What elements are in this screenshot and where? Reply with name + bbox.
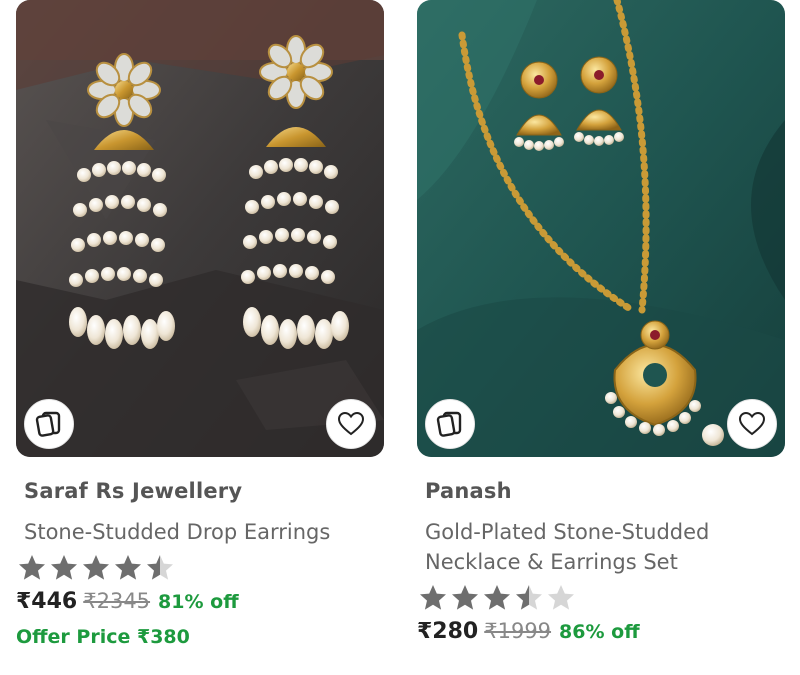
selling-price: ₹280 [417, 619, 479, 644]
heart-icon [337, 411, 365, 436]
product-image[interactable] [417, 0, 785, 457]
brand-name: Panash [425, 479, 512, 503]
necklace-set-photo [417, 0, 785, 457]
product-title: Gold-Plated Stone-Studded Necklace & Ear… [425, 517, 777, 577]
product-card[interactable]: Saraf Rs Jewellery Stone-Studded Drop Ea… [16, 0, 384, 675]
star-icon [83, 555, 109, 580]
price-row: ₹280 ₹1999 86% off [417, 619, 777, 644]
similar-products-icon [35, 411, 61, 437]
offer-price: Offer Price ₹380 [16, 626, 190, 648]
star-icon [548, 585, 574, 610]
product-title: Stone-Studded Drop Earrings [24, 520, 331, 544]
star-icon [19, 555, 45, 580]
similar-products-button[interactable] [425, 399, 475, 449]
product-image[interactable] [16, 0, 384, 457]
selling-price: ₹446 [16, 589, 78, 614]
star-icon [516, 585, 542, 610]
star-icon [51, 555, 77, 580]
product-card[interactable]: Panash Gold-Plated Stone-Studded Necklac… [417, 0, 785, 675]
wishlist-button[interactable] [727, 399, 777, 449]
original-price: ₹1999 [484, 619, 552, 643]
product-grid: Saraf Rs Jewellery Stone-Studded Drop Ea… [0, 0, 800, 675]
price-row: ₹446 ₹2345 81% off [16, 589, 376, 614]
star-icon [484, 585, 510, 610]
wishlist-button[interactable] [326, 399, 376, 449]
discount-label: 86% off [559, 621, 640, 643]
star-icon [147, 555, 173, 580]
star-rating [16, 551, 376, 585]
product-info: Panash Gold-Plated Stone-Studded Necklac… [417, 479, 785, 644]
heart-icon [738, 411, 766, 436]
original-price: ₹2345 [83, 589, 151, 613]
similar-products-button[interactable] [24, 399, 74, 449]
star-icon [452, 585, 478, 610]
earrings-photo [16, 0, 384, 457]
product-title-line: Necklace & Earrings Set [425, 550, 678, 574]
product-info: Saraf Rs Jewellery Stone-Studded Drop Ea… [16, 479, 384, 648]
brand-name: Saraf Rs Jewellery [24, 479, 243, 503]
product-title-line: Gold-Plated Stone-Studded [425, 520, 710, 544]
star-rating [417, 581, 777, 615]
star-icon [420, 585, 446, 610]
star-icon [115, 555, 141, 580]
similar-products-icon [436, 411, 462, 437]
discount-label: 81% off [158, 591, 239, 613]
